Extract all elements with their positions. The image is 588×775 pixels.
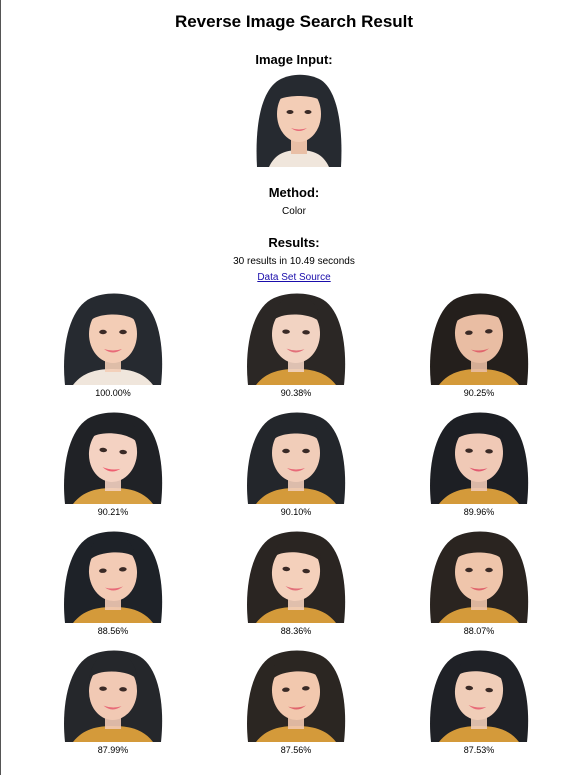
result-portrait <box>226 409 366 504</box>
result-portrait <box>43 647 183 742</box>
result-image[interactable] <box>226 647 366 742</box>
result-image[interactable] <box>409 409 549 504</box>
result-image[interactable] <box>226 528 366 623</box>
result-score: 90.21% <box>97 507 129 517</box>
result-score: 87.99% <box>97 745 129 755</box>
result-score: 90.38% <box>280 388 312 398</box>
image-input-heading: Image Input: <box>255 52 333 67</box>
result-portrait <box>43 290 183 385</box>
result-portrait <box>409 528 549 623</box>
method-heading: Method: <box>268 185 320 200</box>
result-portrait <box>409 409 549 504</box>
result-portrait <box>409 647 549 742</box>
result-score: 90.10% <box>280 507 312 517</box>
result-image[interactable] <box>226 409 366 504</box>
result-score: 87.53% <box>463 745 495 755</box>
result-portrait <box>409 290 549 385</box>
results-summary: 30 results in 10.49 seconds <box>233 256 355 267</box>
result-portrait <box>43 409 183 504</box>
page-title: Reverse Image Search Result <box>174 12 414 31</box>
search-result-page: Reverse Image Search Result Image Input:… <box>0 0 588 775</box>
result-portrait <box>226 528 366 623</box>
result-score: 90.25% <box>463 388 495 398</box>
result-image[interactable] <box>226 290 366 385</box>
result-image[interactable] <box>409 528 549 623</box>
result-image[interactable] <box>409 647 549 742</box>
input-portrait <box>239 72 359 167</box>
result-portrait <box>226 290 366 385</box>
result-portrait <box>43 528 183 623</box>
result-score: 88.36% <box>280 626 312 636</box>
result-image[interactable] <box>43 647 183 742</box>
result-score: 100.00% <box>95 388 131 398</box>
result-score: 88.07% <box>463 626 495 636</box>
result-portrait <box>226 647 366 742</box>
result-image[interactable] <box>43 290 183 385</box>
results-heading: Results: <box>268 235 320 250</box>
result-image[interactable] <box>43 409 183 504</box>
method-value: Color <box>282 206 306 217</box>
result-image[interactable] <box>409 290 549 385</box>
data-set-source-link[interactable]: Data Set Source <box>257 272 330 283</box>
result-score: 89.96% <box>463 507 495 517</box>
result-image[interactable] <box>43 528 183 623</box>
result-score: 87.56% <box>280 745 312 755</box>
result-score: 88.56% <box>97 626 129 636</box>
input-image <box>239 72 359 167</box>
